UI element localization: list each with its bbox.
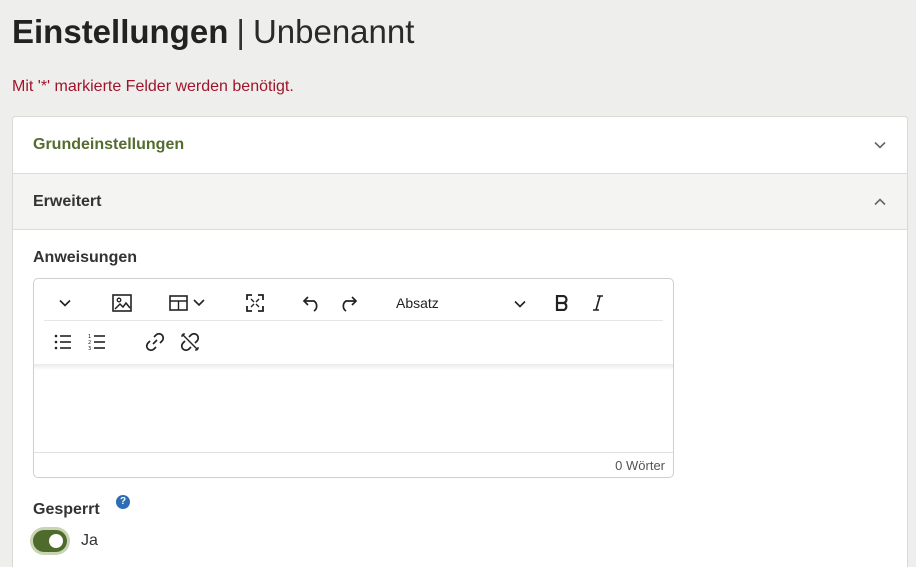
- locked-label: Gesperrt: [33, 501, 100, 518]
- page-title: Einstellungen | Unbenannt: [12, 10, 414, 54]
- insert-link-button[interactable]: [144, 328, 166, 356]
- accordion-label: Grundeinstellungen: [33, 136, 185, 153]
- bold-button[interactable]: [552, 289, 572, 317]
- editor-content-area[interactable]: [34, 365, 673, 453]
- chevron-down-icon: [873, 138, 887, 152]
- instructions-label: Anweisungen: [33, 249, 138, 266]
- bold-icon: [555, 295, 569, 311]
- page-title-document: Unbenannt: [252, 13, 415, 50]
- accordion-label: Erweitert: [33, 192, 102, 210]
- required-fields-note: Mit '*' markierte Felder werden benötigt…: [12, 78, 294, 95]
- insert-image-button[interactable]: [110, 289, 134, 317]
- locked-toggle[interactable]: [33, 530, 67, 552]
- svg-text:3: 3: [88, 346, 91, 350]
- paragraph-format-select[interactable]: Absatz: [396, 289, 526, 317]
- format-select-value: Absatz: [396, 295, 439, 311]
- editor-toolbar-row-2: 123: [44, 324, 663, 360]
- chevron-down-icon: [514, 295, 526, 311]
- toggle-knob: [49, 534, 63, 548]
- locked-toggle-label: Ja: [81, 532, 98, 549]
- remove-link-button[interactable]: [179, 328, 201, 356]
- link-icon: [145, 332, 165, 352]
- bullet-list-icon: [54, 334, 72, 350]
- unlink-icon: [180, 332, 200, 352]
- help-icon[interactable]: ?: [116, 495, 130, 509]
- image-icon: [112, 294, 132, 312]
- redo-button[interactable]: [336, 289, 360, 317]
- page-title-main: Einstellungen: [12, 13, 229, 50]
- page-title-separator: |: [236, 13, 245, 50]
- bullet-list-button[interactable]: [52, 328, 74, 356]
- word-count: 0 Wörter: [615, 457, 665, 473]
- chevron-up-icon: [873, 195, 887, 209]
- rich-text-editor: Absatz 1 2 3 0 Wörter: [33, 278, 674, 478]
- numbered-list-icon: 123: [88, 334, 106, 350]
- undo-icon: [302, 294, 322, 312]
- accordion-grundeinstellungen[interactable]: Grundeinstellungen: [13, 117, 907, 174]
- italic-icon: [592, 295, 604, 311]
- chevron-down-icon: [59, 299, 71, 307]
- editor-statusbar: 0 Wörter: [34, 452, 673, 477]
- table-icon: [169, 295, 207, 311]
- accordion-erweitert[interactable]: Erweitert: [13, 174, 907, 230]
- undo-button[interactable]: [300, 289, 324, 317]
- toolbar-expand-button[interactable]: [54, 289, 76, 317]
- numbered-list-button[interactable]: 123: [86, 328, 108, 356]
- fullscreen-button[interactable]: [244, 289, 266, 317]
- fullscreen-icon: [246, 294, 264, 312]
- editor-toolbar-row-1: Absatz: [44, 285, 663, 321]
- redo-icon: [338, 294, 358, 312]
- insert-table-button[interactable]: [168, 289, 208, 317]
- settings-card: Grundeinstellungen Erweitert Anweisungen: [12, 116, 908, 567]
- italic-button[interactable]: [588, 289, 608, 317]
